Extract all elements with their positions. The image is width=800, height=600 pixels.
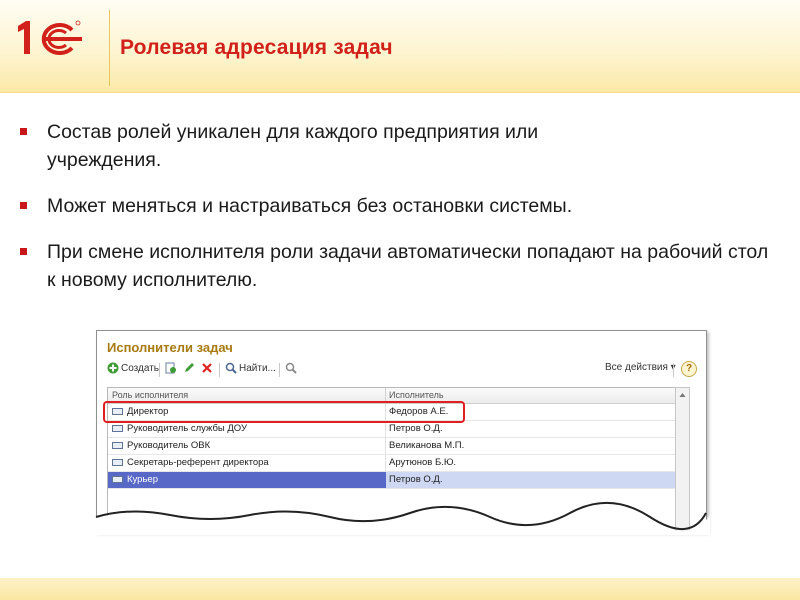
bullet-list: Состав ролей уникален для каждого предпр… [20,118,780,312]
header-rule [0,92,800,93]
all-actions-menu[interactable]: Все действия ▾ [605,362,676,373]
search-cancel-icon [285,362,297,374]
1c-logo-icon [14,18,86,58]
role-cell: Курьер [127,474,158,485]
header-divider [109,10,110,86]
bullet-square-icon [20,248,27,255]
role-cell: Секретарь-референт директора [127,457,269,468]
toolbar-separator [159,363,160,377]
bullet-item: Состав ролей уникален для каждого предпр… [20,118,780,174]
bullet-text: Может меняться и настраиваться без остан… [47,195,573,217]
bullet-text: Состав ролей уникален для каждого предпр… [47,121,539,171]
bullet-square-icon [20,202,27,209]
role-icon [112,425,123,432]
bullet-text: При смене исполнителя роли задачи автома… [47,241,769,291]
toolbar-separator [673,363,674,377]
column-header-role[interactable]: Роль исполнителя [112,390,188,400]
torn-edge-mask [90,502,710,535]
bullet-square-icon [20,128,27,135]
add-icon [107,362,119,374]
bullet-item: Может меняться и настраиваться без остан… [20,192,780,220]
column-divider [385,438,386,454]
table-row[interactable]: Руководитель службы ДОУ Петров О.Д. [108,421,686,438]
performer-cell: Петров О.Д. [389,423,443,434]
role-cell: Руководитель ОВК [127,440,211,451]
toolbar: Создать Найти... Все действия ▾ ? [107,361,697,379]
edit-button[interactable] [183,362,197,374]
slide-footer [0,578,800,600]
bullet-item: При смене исполнителя роли задачи автома… [20,238,780,294]
role-cell: Руководитель службы ДОУ [127,423,248,434]
column-divider [385,421,386,437]
cancel-search-button[interactable] [285,362,299,374]
slide-title: Ролевая адресация задач [120,36,393,59]
toolbar-separator [279,363,280,377]
help-button[interactable]: ? [681,361,697,377]
table-row[interactable]: Секретарь-референт директора Арутюнов Б.… [108,455,686,472]
copy-icon [165,362,177,374]
delete-button[interactable] [201,362,215,374]
toolbar-separator [219,363,220,377]
performer-cell: Арутюнов Б.Ю. [389,457,457,468]
role-icon [112,476,123,483]
role-icon [112,459,123,466]
find-label: Найти... [239,362,276,374]
search-icon [225,362,237,374]
create-button[interactable]: Создать [107,362,159,374]
create-label: Создать [121,362,160,374]
highlight-frame [103,401,465,423]
performer-cell: Великанова М.П. [389,440,465,451]
column-header-performer[interactable]: Исполнитель [389,390,444,400]
scroll-up-icon [679,393,686,397]
table-row[interactable]: Руководитель ОВК Великанова М.П. [108,438,686,455]
all-actions-label: Все действия ▾ [605,362,676,373]
role-icon [112,442,123,449]
window-title: Исполнители задач [107,340,233,355]
find-button[interactable]: Найти... [225,362,276,374]
pencil-icon [183,362,195,374]
table-row-selected[interactable]: Курьер Петров О.Д. [108,472,686,489]
close-icon [201,362,213,374]
copy-button[interactable] [165,362,179,374]
performer-cell: Петров О.Д. [389,474,443,485]
column-divider [385,455,386,471]
